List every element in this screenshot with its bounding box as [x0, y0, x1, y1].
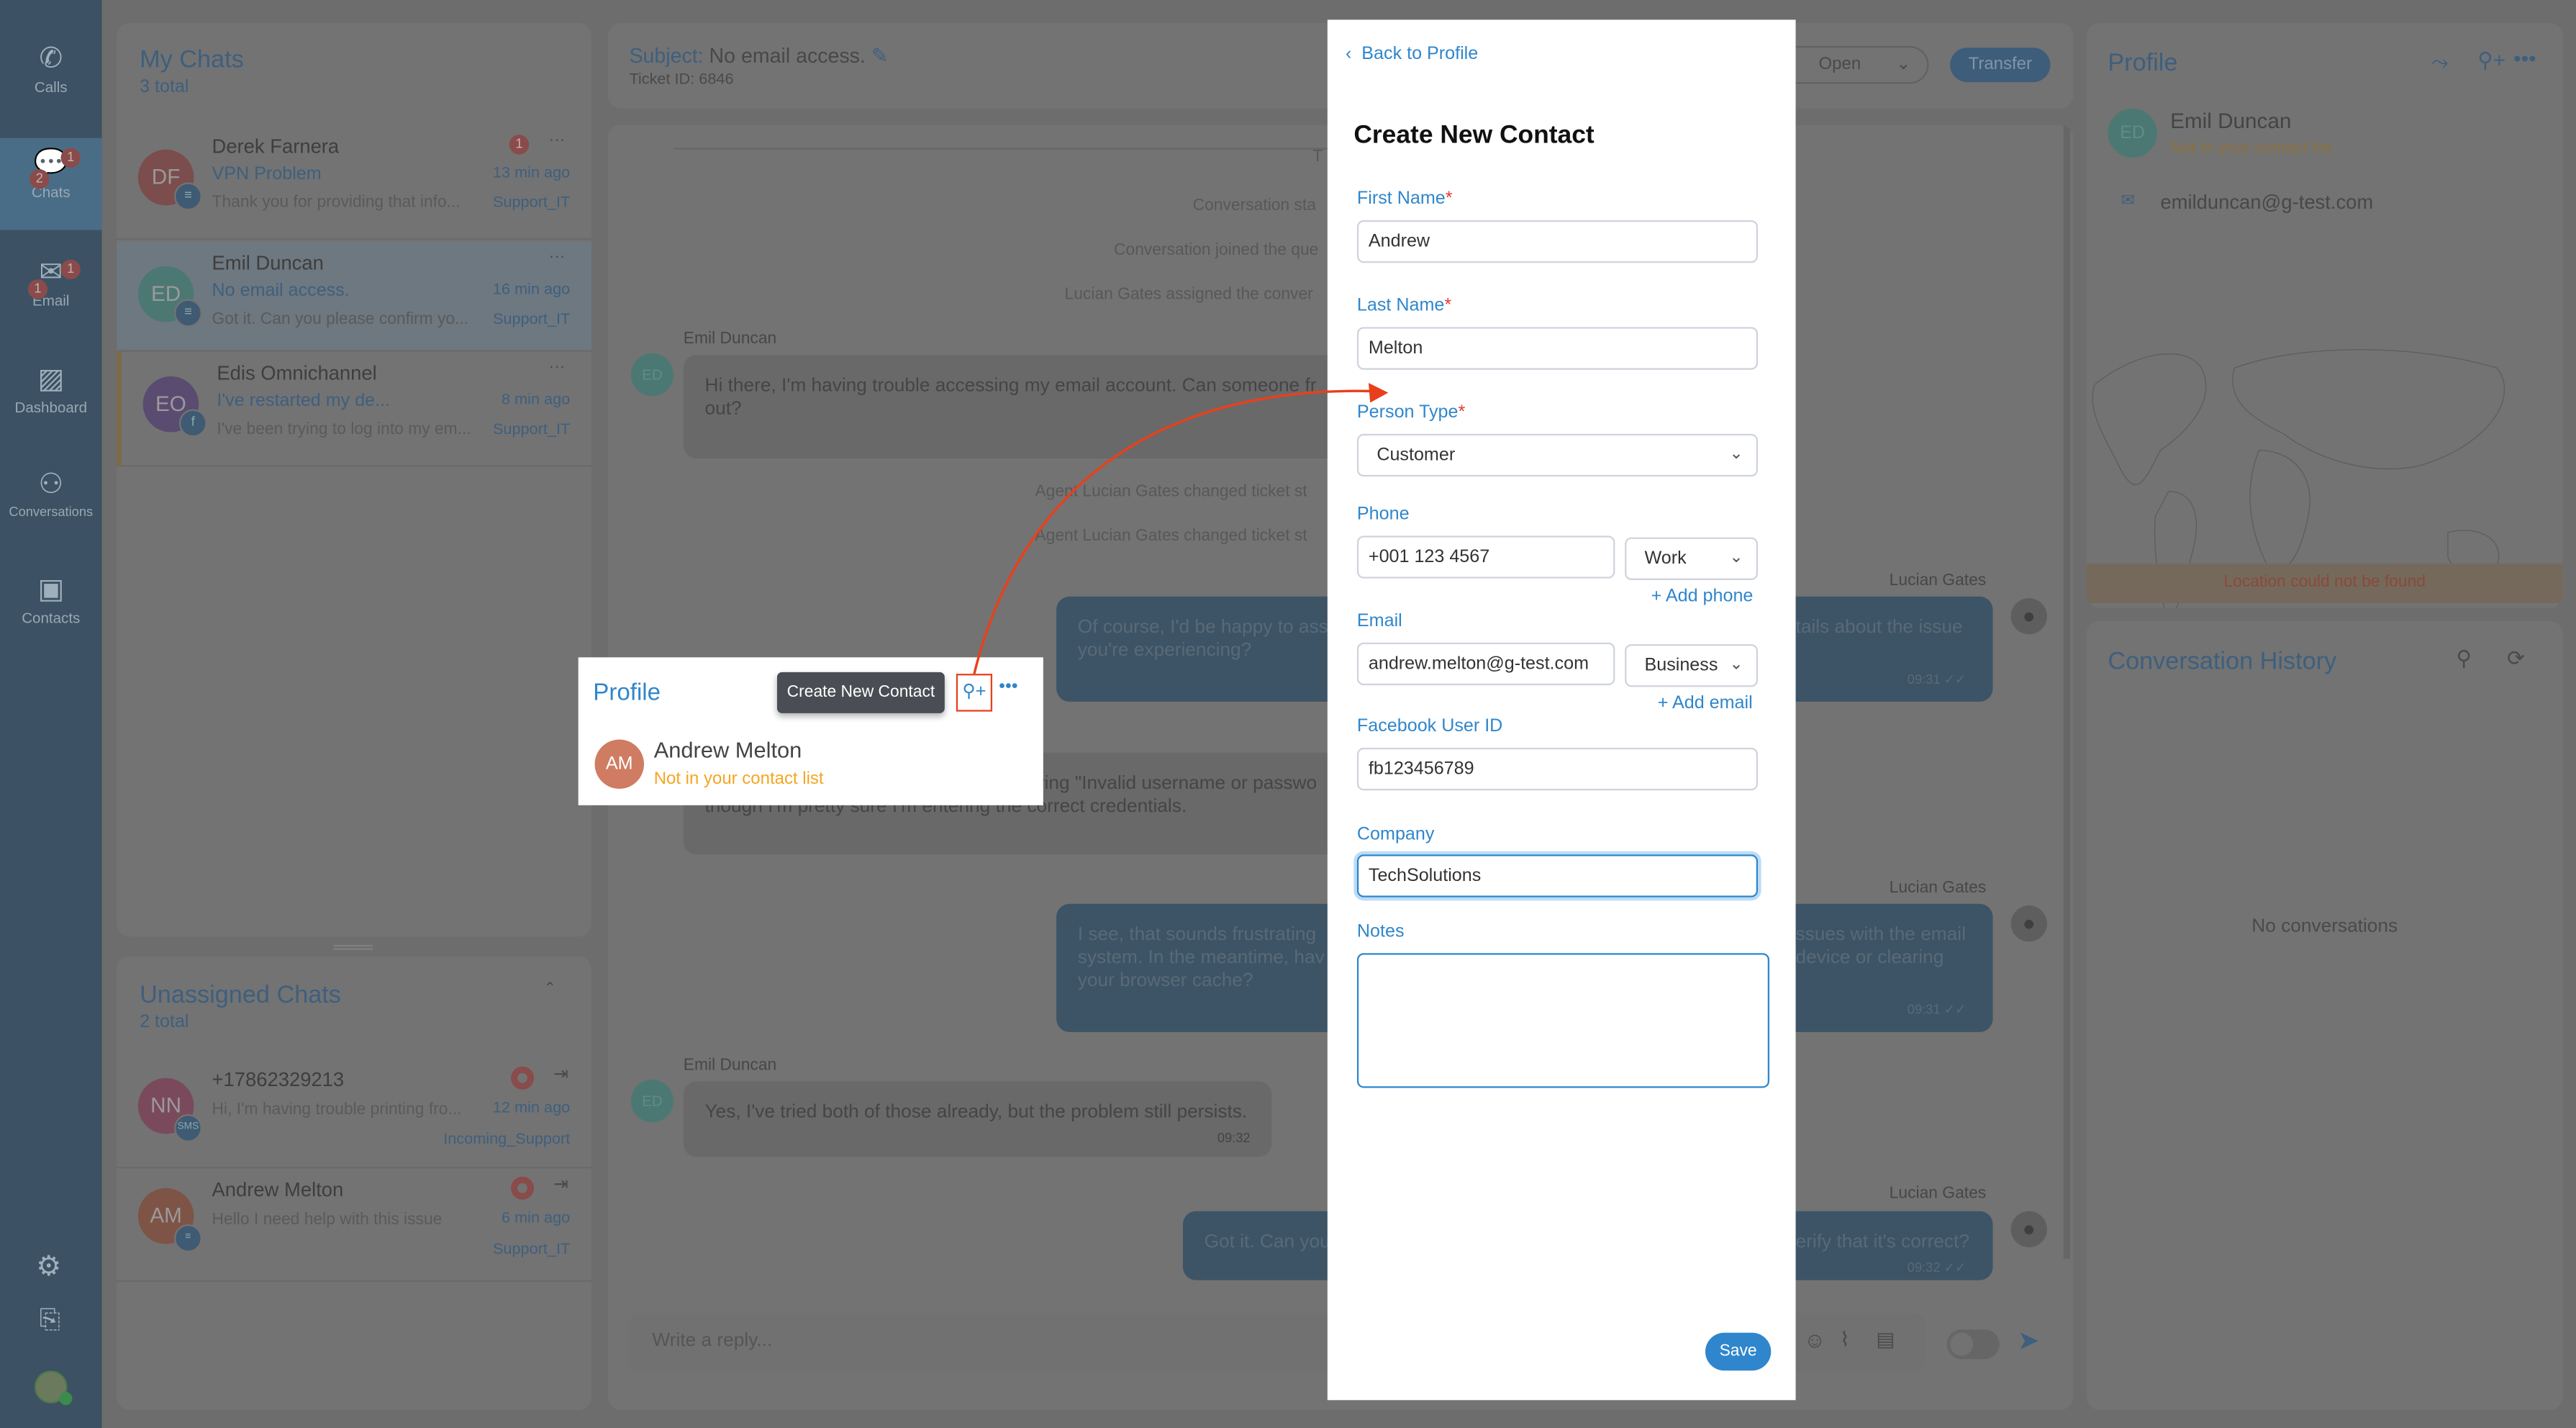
annotation-arrow	[973, 382, 1389, 674]
annotation-arrow-head	[1368, 382, 1389, 403]
app-root: ✆ Calls 💬 Chats 1 2 ✉ Email 1 1 ▨ Dashboard …	[0, 0, 2576, 1428]
annotation-arrow-line	[973, 389, 1372, 674]
